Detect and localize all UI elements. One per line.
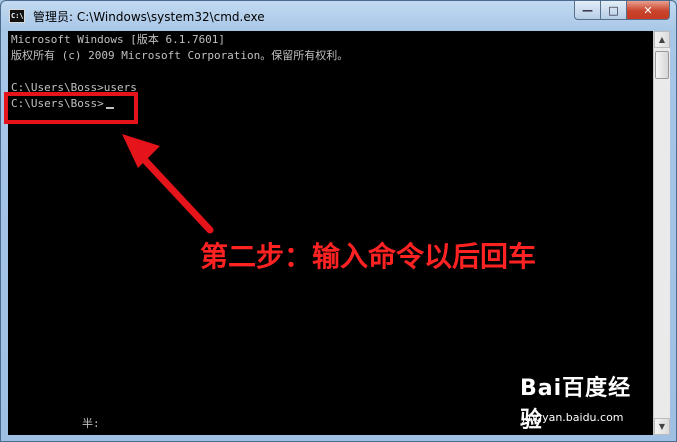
scroll-down-icon[interactable]: ▼: [654, 418, 670, 435]
watermark-logo: Bai百度经验: [520, 376, 632, 433]
vertical-scrollbar[interactable]: ▲ ▼: [653, 31, 670, 435]
minimize-button[interactable]: —: [574, 1, 600, 20]
maximize-button[interactable]: □: [600, 1, 626, 20]
ime-indicator: 半:: [82, 417, 100, 430]
cmd-app-icon[interactable]: C:\: [9, 9, 25, 23]
scroll-thumb[interactable]: [655, 51, 669, 79]
annotation-text: 第二步：输入命令以后回车: [200, 240, 537, 273]
caption-buttons: — □ ✕: [574, 1, 670, 21]
console-line-version: Microsoft Windows [版本 6.1.7601]: [11, 33, 226, 46]
scroll-up-icon[interactable]: ▲: [654, 31, 670, 48]
close-button[interactable]: ✕: [626, 1, 670, 20]
baidu-jingyan-watermark: Bai百度经验 jingyan.baidu.com: [520, 370, 650, 433]
window-title: 管理员: C:\Windows\system32\cmd.exe: [33, 10, 265, 24]
console-line-copyright: 版权所有 (c) 2009 Microsoft Corporation。保留所有…: [11, 49, 349, 62]
highlight-box: [4, 92, 138, 124]
title-bar[interactable]: C:\ 管理员: C:\Windows\system32\cmd.exe — □…: [1, 1, 676, 31]
watermark-url: jingyan.baidu.com: [522, 411, 624, 424]
